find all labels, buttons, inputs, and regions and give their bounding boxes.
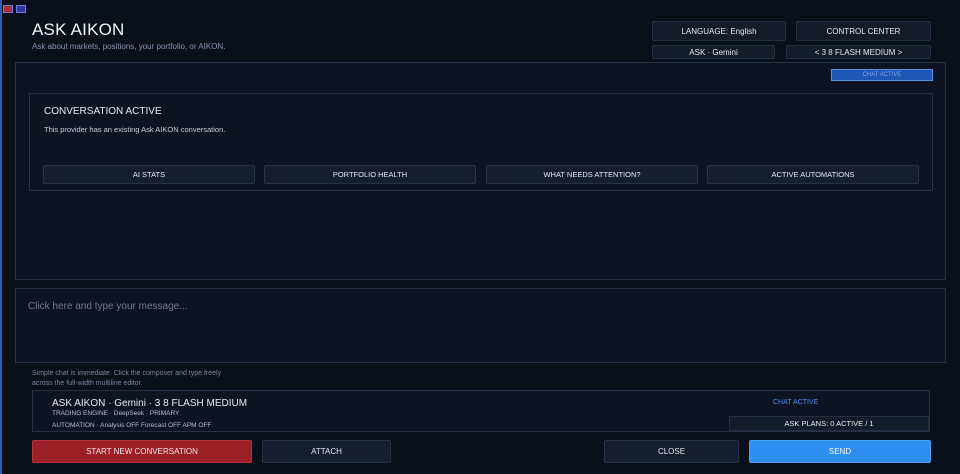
language-button[interactable]: LANGUAGE: English	[652, 21, 786, 41]
active-automations-button[interactable]: ACTIVE AUTOMATIONS	[707, 165, 919, 184]
start-new-conversation-button[interactable]: START NEW CONVERSATION	[32, 440, 252, 463]
message-composer-input[interactable]	[15, 288, 946, 363]
ask-aikon-window: ASK AIKON Ask about markets, positions, …	[0, 0, 960, 474]
conversation-status-title: CONVERSATION ACTIVE	[44, 106, 162, 117]
send-button[interactable]: SEND	[749, 440, 931, 463]
page-title: ASK AIKON	[32, 20, 125, 39]
ask-plans-badge: ASK PLANS: 0 ACTIVE / 1	[729, 416, 929, 431]
chat-active-status: CHAT ACTIVE	[773, 399, 819, 406]
window-edge-accent	[0, 0, 2, 474]
close-button[interactable]: CLOSE	[604, 440, 739, 463]
window-menu-icon[interactable]	[3, 5, 13, 13]
what-needs-attention-button[interactable]: WHAT NEEDS ATTENTION?	[486, 165, 698, 184]
page-subtitle: Ask about markets, positions, your portf…	[32, 42, 226, 51]
model-selector[interactable]: < 3 8 FLASH MEDIUM >	[786, 45, 931, 59]
provider-selector[interactable]: ASK · Gemini	[652, 45, 775, 59]
conversation-status-description: This provider has an existing Ask AIKON …	[44, 125, 226, 134]
trading-engine-status: TRADING ENGINE · DeepSeek · PRIMARY	[52, 410, 180, 417]
ai-stats-button[interactable]: AI STATS	[43, 165, 255, 184]
chat-active-badge: CHAT ACTIVE	[831, 69, 933, 81]
window-chrome	[3, 5, 26, 13]
portfolio-health-button[interactable]: PORTFOLIO HEALTH	[264, 165, 476, 184]
window-restore-icon[interactable]	[16, 5, 26, 13]
session-status-title: ASK AIKON · Gemini · 3 8 FLASH MEDIUM	[52, 398, 248, 409]
automation-status: AUTOMATION · Analysis OFF Forecast OFF A…	[52, 422, 212, 429]
composer-hint: Simple chat is immediate. Click the comp…	[32, 370, 222, 387]
attach-button[interactable]: ATTACH	[262, 440, 391, 463]
control-center-button[interactable]: CONTROL CENTER	[796, 21, 931, 41]
